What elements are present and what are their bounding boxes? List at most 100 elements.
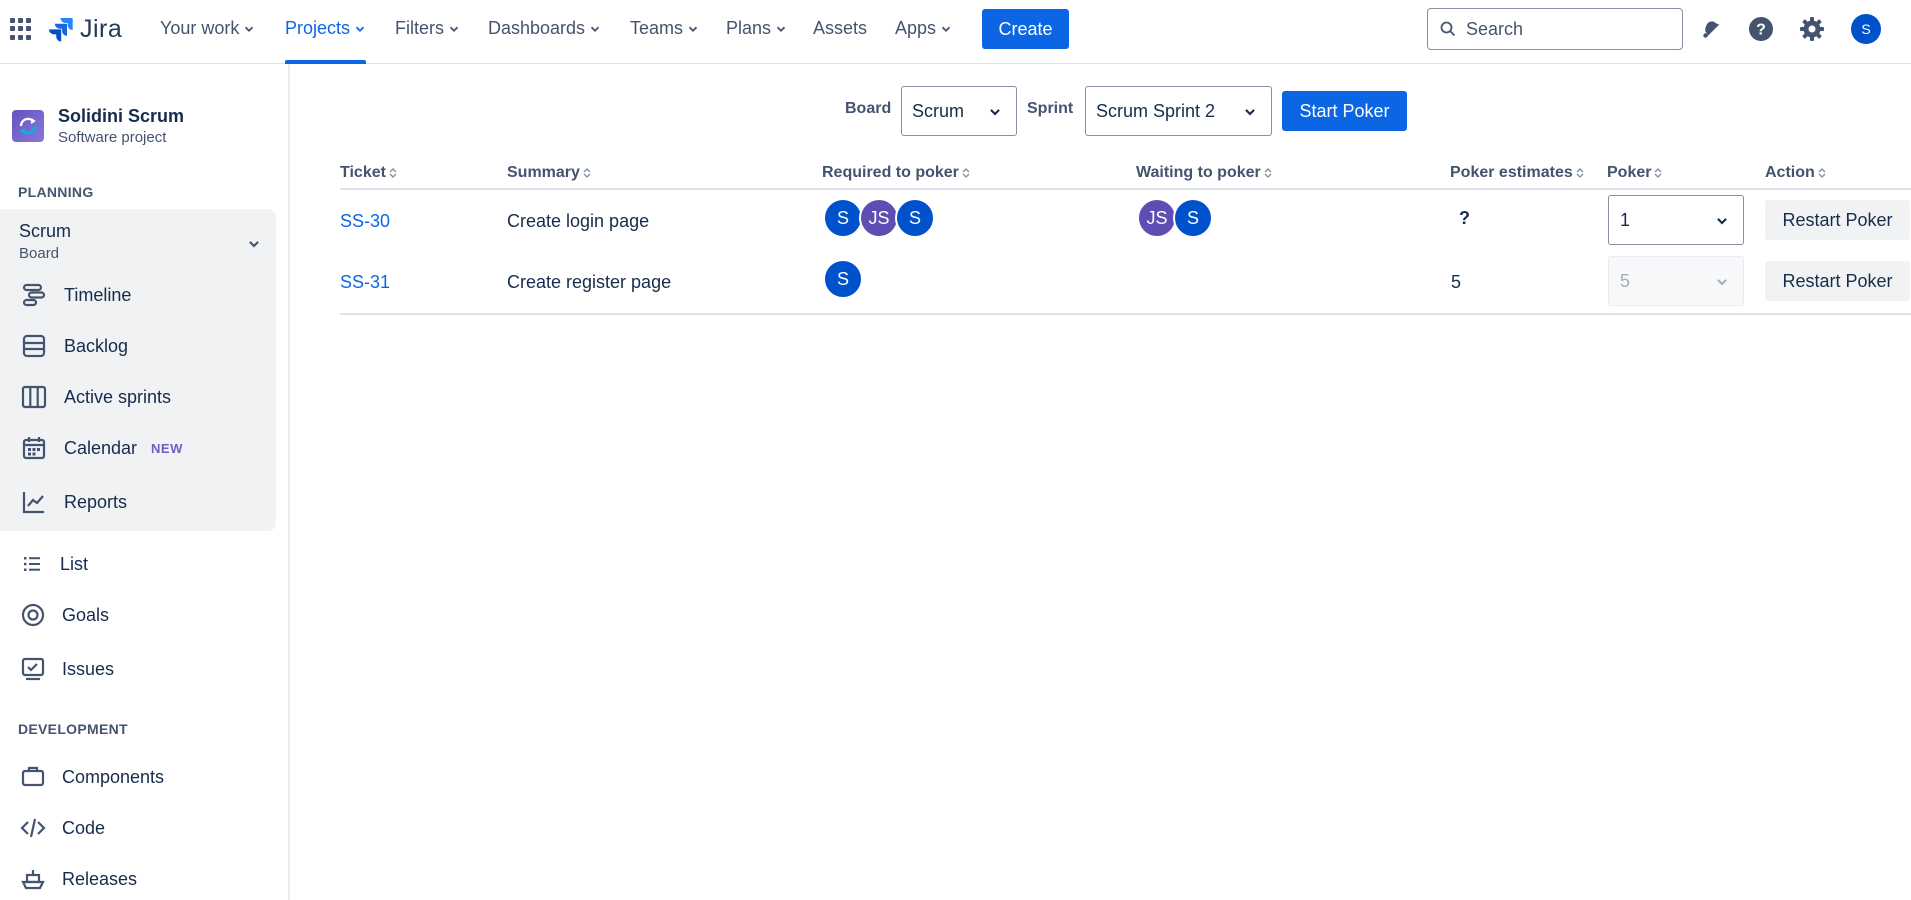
search-input[interactable] <box>1464 11 1674 47</box>
poker-select-value: 5 <box>1620 271 1631 291</box>
chevron-down-icon <box>249 241 259 248</box>
chevron-down-icon <box>355 26 365 33</box>
avatar[interactable]: JS <box>859 198 899 238</box>
sort-icon <box>1818 167 1826 178</box>
sidebar-item-list[interactable]: List <box>20 548 88 580</box>
nav-projects[interactable]: Projects <box>285 0 367 64</box>
sidebar-item-goals[interactable]: Goals <box>20 599 109 631</box>
sidebar-item-releases[interactable]: Releases <box>20 863 137 895</box>
column-header-poker[interactable]: Poker <box>1607 164 1662 182</box>
column-header-estimates[interactable]: Poker estimates <box>1450 164 1584 182</box>
sidebar-item-calendar[interactable]: Calendar NEW <box>20 432 183 464</box>
sidebar-item-issues[interactable]: Issues <box>20 653 114 685</box>
sidebar-item-active-sprints[interactable]: Active sprints <box>20 381 171 413</box>
poker-estimate: 5 <box>1451 272 1462 292</box>
development-section-title: DEVELOPMENT <box>18 721 128 737</box>
column-header-action[interactable]: Action <box>1765 164 1826 182</box>
chevron-down-icon <box>941 26 951 33</box>
nav-assets[interactable]: Assets <box>813 0 867 64</box>
avatar[interactable]: JS <box>1137 198 1177 238</box>
help-question-icon[interactable]: ? <box>1747 15 1775 43</box>
ticket-link[interactable]: SS-30 <box>340 211 390 232</box>
column-header-summary[interactable]: Summary <box>507 164 591 182</box>
column-header-label: Required to poker <box>822 164 959 181</box>
avatar[interactable]: S <box>823 259 863 299</box>
chevron-down-icon <box>1717 279 1727 286</box>
sidebar-item-backlog[interactable]: Backlog <box>20 330 128 362</box>
create-button[interactable]: Create <box>982 9 1069 49</box>
components-icon <box>21 766 45 787</box>
column-header-label: Poker <box>1607 164 1652 181</box>
planning-group: Scrum Board Timeline Backlog Active spri… <box>0 209 276 531</box>
column-header-required[interactable]: Required to poker <box>822 164 970 182</box>
sidebar-item-reports[interactable]: Reports <box>20 486 127 518</box>
project-name: Solidini Scrum <box>58 106 185 126</box>
nav-projects-label: Projects <box>285 18 351 38</box>
jira-logo-icon <box>49 18 73 42</box>
sidebar-item-label: Reports <box>64 491 128 512</box>
nav-dashboards-label: Dashboards <box>488 18 586 38</box>
sidebar-item-label: Goals <box>62 604 110 625</box>
nav-apps[interactable]: Apps <box>895 0 952 64</box>
column-header-ticket[interactable]: Ticket <box>340 164 397 182</box>
column-header-label: Summary <box>507 164 580 181</box>
code-icon <box>20 818 46 838</box>
list-icon <box>24 557 40 571</box>
jira-logo[interactable]: Jira <box>48 14 122 44</box>
poker-main-content: Board Scrum Sprint Scrum Sprint 2 Start … <box>292 64 1911 900</box>
project-type: Software project <box>58 129 167 146</box>
column-header-label: Action <box>1765 164 1815 181</box>
sprint-select[interactable]: Scrum Sprint 2 <box>1085 86 1272 136</box>
sidebar-item-label: Code <box>62 817 106 838</box>
logo-text: Jira <box>80 14 123 43</box>
search-box[interactable] <box>1427 8 1683 50</box>
avatar[interactable]: S <box>823 198 863 238</box>
ticket-link[interactable]: SS-31 <box>340 272 390 293</box>
sidebar-item-label: Active sprints <box>64 386 172 407</box>
avatar[interactable]: S <box>895 198 935 238</box>
sort-icon <box>962 167 970 178</box>
app-switcher-grid-icon[interactable] <box>10 18 32 40</box>
nav-your-work[interactable]: Your work <box>160 0 255 64</box>
sidebar-item-code[interactable]: Code <box>20 812 105 844</box>
top-navigation: Jira Your work Projects Filters Dashboar… <box>0 0 1911 64</box>
chevron-down-icon <box>776 26 786 33</box>
sync-arrows-icon <box>19 117 37 135</box>
new-badge: NEW <box>151 440 183 456</box>
sort-icon <box>1576 167 1584 178</box>
sort-icon <box>1264 167 1272 178</box>
ticket-summary: Create register page <box>507 272 672 292</box>
notifications-bell-icon[interactable] <box>1697 15 1725 43</box>
sprint-label: Sprint <box>1027 100 1074 117</box>
column-header-waiting[interactable]: Waiting to poker <box>1136 164 1272 182</box>
sidebar-item-label: Calendar <box>64 437 138 458</box>
search-icon <box>1440 21 1456 37</box>
avatar[interactable]: S <box>1173 198 1213 238</box>
nav-teams[interactable]: Teams <box>630 0 699 64</box>
table-header-divider <box>340 188 1911 190</box>
user-avatar[interactable]: S <box>1851 14 1881 44</box>
nav-filters[interactable]: Filters <box>395 0 460 64</box>
nav-dashboards[interactable]: Dashboards <box>488 0 601 64</box>
nav-your-work-label: Your work <box>160 18 240 38</box>
poker-select[interactable]: 1 <box>1608 195 1744 245</box>
sidebar-item-components[interactable]: Components <box>20 761 164 793</box>
start-poker-button[interactable]: Start Poker <box>1282 91 1407 131</box>
chevron-down-icon <box>990 109 1000 116</box>
restart-poker-button[interactable]: Restart Poker <box>1765 200 1910 240</box>
svg-text:?: ? <box>1756 22 1766 39</box>
nav-plans[interactable]: Plans <box>726 0 787 64</box>
poker-estimate: ? <box>1459 208 1470 228</box>
planning-section-title: PLANNING <box>18 184 94 200</box>
restart-poker-button[interactable]: Restart Poker <box>1765 261 1910 301</box>
chevron-down-icon <box>590 26 600 33</box>
settings-gear-icon[interactable] <box>1798 15 1826 43</box>
chevron-down-icon <box>1717 218 1727 225</box>
board-selector-scrum[interactable]: Scrum Board <box>19 221 269 262</box>
sidebar-item-timeline[interactable]: Timeline <box>20 279 131 311</box>
board-select-value: Scrum <box>912 101 965 121</box>
column-header-label: Waiting to poker <box>1136 164 1261 181</box>
board-select[interactable]: Scrum <box>901 86 1017 136</box>
project-header[interactable]: Solidini Scrum Software project <box>12 106 184 146</box>
poker-select-value: 1 <box>1620 210 1631 230</box>
